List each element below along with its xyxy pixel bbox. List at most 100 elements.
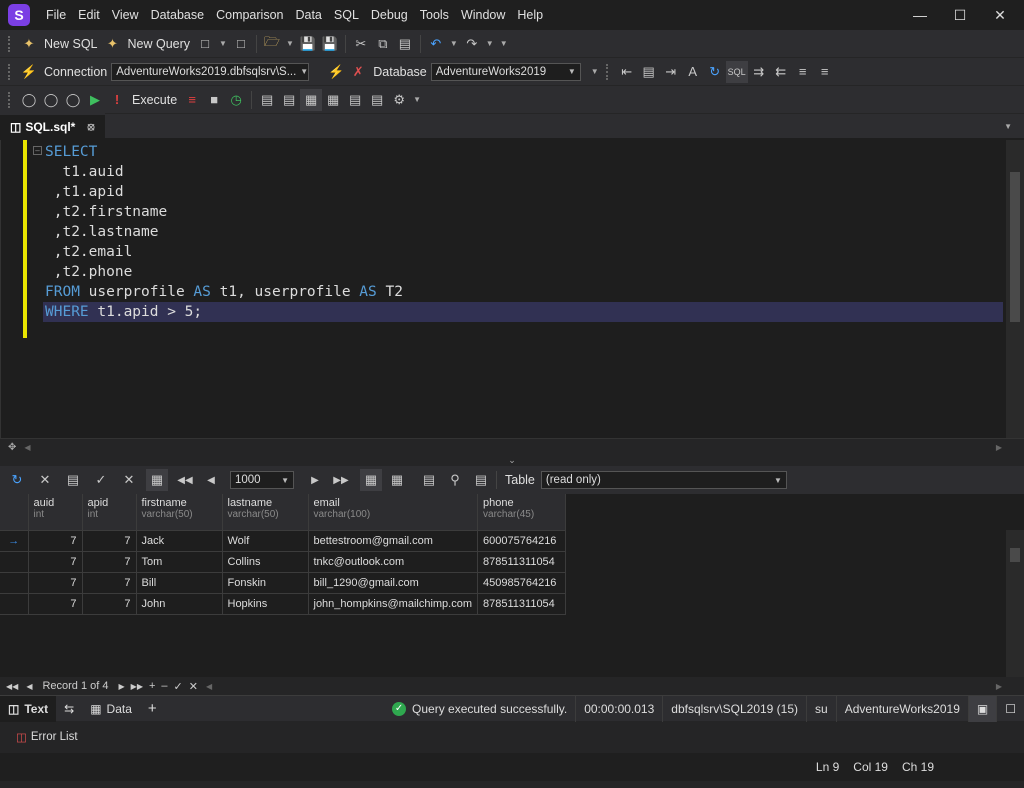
grid-cell[interactable]: Tom	[136, 551, 223, 573]
code-area[interactable]: SELECT t1.auid ,t1.apid ,t2.firstname ,t…	[43, 142, 1003, 322]
sql-editor[interactable]: – SELECT t1.auid ,t1.apid ,t2.firstname …	[0, 140, 1024, 438]
execute-current-icon[interactable]: ≡	[181, 89, 203, 111]
table-select[interactable]: (read only) ▼	[540, 471, 787, 489]
chevron-down-icon[interactable]: ▼	[219, 39, 227, 48]
uncomment-icon[interactable]: ≡	[814, 61, 836, 83]
scrollbar-thumb[interactable]	[1010, 172, 1020, 322]
swap-icon[interactable]: ⇆	[56, 696, 82, 722]
grid-cell[interactable]: 878511311054	[477, 593, 567, 615]
last-record-icon[interactable]: ▶▶	[131, 682, 143, 691]
grid-cell[interactable]: bill_1290@gmail.com	[308, 572, 479, 594]
column-header-lastname[interactable]: lastname varchar(50)	[222, 494, 309, 531]
undo-icon[interactable]: ↶	[425, 33, 447, 55]
grid-cell[interactable]: 878511311054	[477, 551, 567, 573]
toolbar-grip[interactable]	[605, 63, 612, 80]
comment-icon[interactable]: ≡	[792, 61, 814, 83]
menu-comparison[interactable]: Comparison	[210, 8, 289, 22]
menu-file[interactable]: File	[40, 8, 72, 22]
pivot-icon[interactable]: ▤	[366, 89, 388, 111]
redo-icon[interactable]: ↷	[461, 33, 483, 55]
grid-cell[interactable]: 7	[82, 551, 137, 573]
export-data-icon[interactable]: ▤	[470, 469, 492, 491]
minimize-button[interactable]: —	[900, 7, 940, 23]
database-icon[interactable]: ◯	[18, 89, 40, 111]
card-view-icon[interactable]: ▦	[386, 469, 408, 491]
menu-sql[interactable]: SQL	[328, 8, 365, 22]
table-row[interactable]: 7 7 John Hopkins john_hompkins@mailchimp.com…	[0, 593, 567, 615]
menu-view[interactable]: View	[106, 8, 145, 22]
split-icon[interactable]: ✥	[8, 442, 16, 453]
copy-icon[interactable]: ⧉	[372, 33, 394, 55]
grid-cell[interactable]: 450985764216	[477, 572, 567, 594]
grid-cell[interactable]: 7	[28, 551, 83, 573]
refresh-icon[interactable]: ↻	[6, 469, 28, 491]
chevron-down-icon[interactable]: ▼	[450, 39, 458, 48]
grid-cell[interactable]: john_hompkins@mailchimp.com	[308, 593, 479, 615]
menu-edit[interactable]: Edit	[72, 8, 106, 22]
delete-record-icon[interactable]: –	[161, 680, 167, 692]
connect-icon[interactable]: ⚡	[325, 61, 347, 83]
scroll-left-icon[interactable]: ◀	[206, 682, 212, 691]
grid-cell[interactable]: bettestroom@gmail.com	[308, 530, 479, 552]
first-page-icon[interactable]: ◀◀	[174, 469, 196, 491]
scroll-right-icon[interactable]: ▶	[996, 443, 1002, 452]
paste-icon[interactable]: ▤	[394, 33, 416, 55]
toolbar-overflow-icon[interactable]: ▼	[591, 67, 599, 76]
first-record-icon[interactable]: ◀◀	[6, 682, 18, 691]
toolbar-overflow-icon[interactable]: ▼	[413, 95, 421, 104]
grid-cell[interactable]: 7	[82, 572, 137, 594]
grid-vertical-scrollbar[interactable]	[1006, 530, 1024, 677]
cancel-record-icon[interactable]: ✕	[189, 680, 198, 693]
stop-icon[interactable]: ■	[203, 89, 225, 111]
last-page-icon[interactable]: ▶▶	[330, 469, 352, 491]
grid-cell[interactable]: Collins	[222, 551, 309, 573]
table-row[interactable]: → 7 7 Jack Wolf bettestroom@gmail.com 60007576…	[0, 530, 567, 552]
grid-cell[interactable]: 7	[28, 530, 83, 552]
query-plan-icon[interactable]: ▤	[256, 89, 278, 111]
connection-select[interactable]: AdventureWorks2019.dbfsqlsrv\S... ▼	[111, 62, 310, 81]
fold-toggle-icon[interactable]: –	[33, 146, 42, 155]
toggle-bottom-panel-icon[interactable]: ▣	[967, 695, 997, 722]
table-row[interactable]: 7 7 Tom Collins tnkc@outlook.com 878511311054	[0, 551, 567, 573]
grid-cell[interactable]: Bill	[136, 572, 223, 594]
menu-window[interactable]: Window	[455, 8, 511, 22]
format-case-icon[interactable]: A	[682, 61, 704, 83]
discard-changes-icon[interactable]: ✕	[118, 469, 140, 491]
grid-settings-icon[interactable]: ▦	[146, 469, 168, 491]
chevron-down-icon[interactable]: ▼	[286, 39, 294, 48]
decrease-indent-icon[interactable]: ⇇	[770, 61, 792, 83]
run-icon[interactable]: ▶	[84, 89, 106, 111]
close-tab-icon[interactable]: ⦻	[87, 121, 94, 134]
column-header-email[interactable]: email varchar(100)	[308, 494, 479, 531]
database-refresh-icon[interactable]: ◯	[62, 89, 84, 111]
next-page-icon[interactable]: ▶	[304, 469, 326, 491]
tab-text[interactable]: ◫ Text	[0, 695, 57, 722]
editor-horizontal-scrollbar[interactable]: ✥ ◀ ▶	[0, 438, 1024, 456]
grid-cell[interactable]: 7	[82, 593, 137, 615]
refresh-icon[interactable]: ↻	[704, 61, 726, 83]
save-icon[interactable]: 💾	[297, 33, 319, 55]
chart-icon[interactable]: ▤	[344, 89, 366, 111]
add-record-icon[interactable]: +	[149, 680, 155, 692]
grid-cell[interactable]: John	[136, 593, 223, 615]
previous-page-icon[interactable]: ◀	[200, 469, 222, 491]
find-icon[interactable]: ⚲	[444, 469, 466, 491]
grid-cell[interactable]: 600075764216	[477, 530, 567, 552]
insert-row-icon[interactable]: ▤	[62, 469, 84, 491]
disconnect-icon[interactable]: ✗	[347, 61, 369, 83]
column-header-apid[interactable]: apid int	[82, 494, 137, 531]
scrollbar-thumb[interactable]	[1010, 548, 1020, 562]
post-record-icon[interactable]: ✓	[174, 680, 183, 693]
scroll-right-icon[interactable]: ▶	[996, 682, 1002, 691]
toolbar-overflow-icon[interactable]: ▼	[500, 39, 508, 48]
tab-data[interactable]: ▦ Data	[82, 696, 140, 722]
database-check-icon[interactable]: ◯	[40, 89, 62, 111]
history-icon[interactable]: ◷	[225, 89, 247, 111]
open-folder-icon[interactable]: 🗁	[261, 33, 283, 55]
close-window-button[interactable]: ✕	[980, 7, 1020, 24]
sql-format-icon[interactable]: SQL	[725, 60, 748, 83]
new-query-button[interactable]: New Query	[124, 37, 195, 51]
grid-cell[interactable]: tnkc@outlook.com	[308, 551, 479, 573]
page-size-select[interactable]: 1000 ▼	[230, 471, 294, 489]
error-list-tab[interactable]: Error List	[31, 731, 78, 743]
